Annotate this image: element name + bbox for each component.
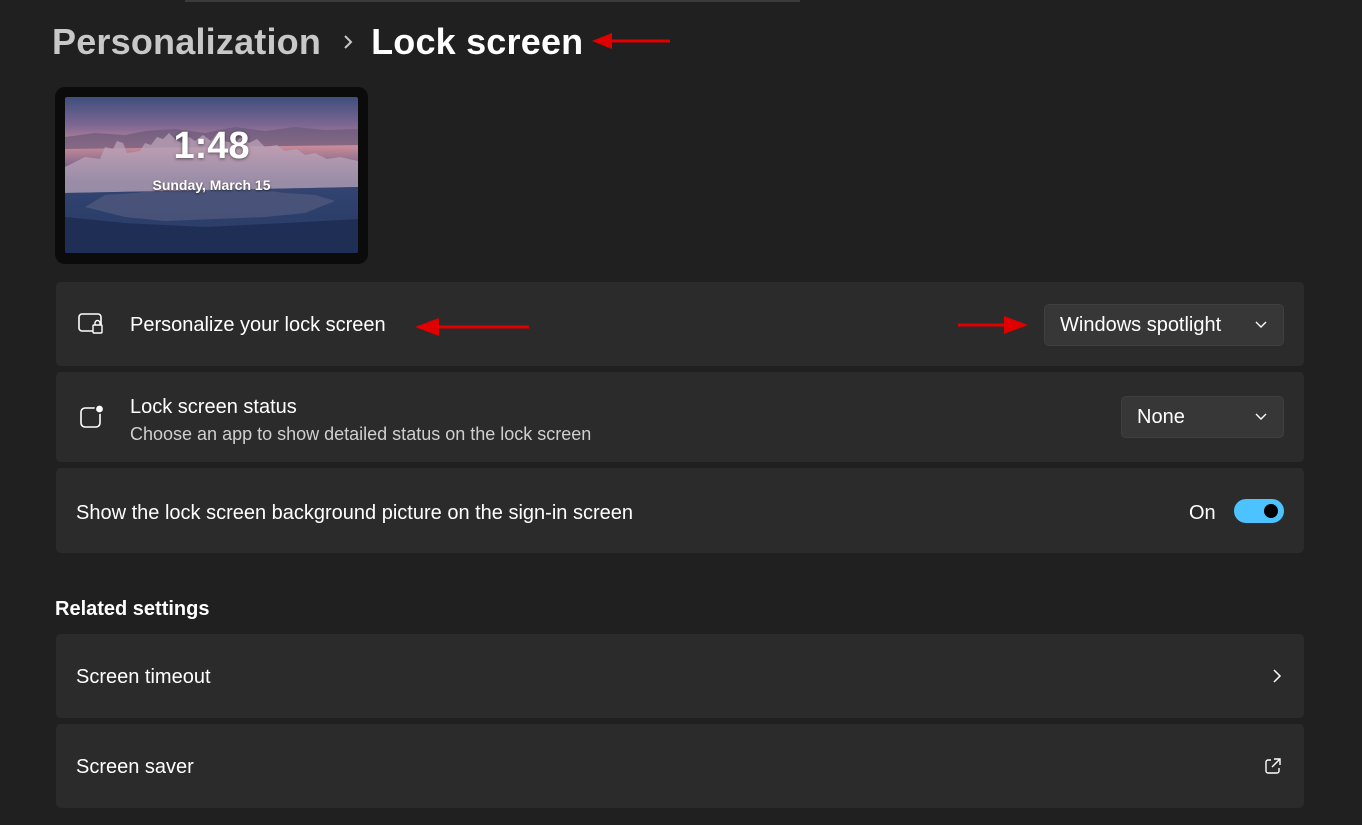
preview-wallpaper: 1:48 Sunday, March 15 bbox=[65, 97, 358, 253]
toggle-state-label: On bbox=[1189, 502, 1216, 524]
screen-timeout-row[interactable]: Screen timeout bbox=[56, 634, 1304, 718]
annotation-arrow-personalize-label bbox=[415, 318, 529, 336]
breadcrumb-personalization[interactable]: Personalization bbox=[52, 21, 321, 63]
personalize-dropdown-value: Windows spotlight bbox=[1060, 313, 1222, 336]
preview-date: Sunday, March 15 bbox=[152, 177, 271, 193]
breadcrumb: Personalization Lock screen bbox=[52, 18, 583, 66]
screen-timeout-label: Screen timeout bbox=[76, 666, 211, 688]
app-status-icon bbox=[78, 403, 106, 431]
city-skyline-image bbox=[65, 127, 358, 253]
lock-screen-status-description: Choose an app to show detailed status on… bbox=[130, 424, 592, 444]
personalize-lock-screen-label: Personalize your lock screen bbox=[130, 314, 386, 336]
toggle-knob bbox=[1264, 504, 1278, 518]
external-link-icon bbox=[1264, 757, 1282, 775]
annotation-arrow-title bbox=[592, 33, 670, 49]
signin-background-row: Show the lock screen background picture … bbox=[56, 468, 1304, 553]
screen-saver-label: Screen saver bbox=[76, 756, 194, 778]
lock-screen-preview: 1:48 Sunday, March 15 bbox=[55, 87, 368, 264]
related-settings-heading: Related settings bbox=[55, 598, 210, 620]
page-title: Lock screen bbox=[371, 21, 584, 62]
lock-screen-status-dropdown[interactable]: None bbox=[1121, 396, 1284, 438]
personalize-lock-screen-dropdown[interactable]: Windows spotlight bbox=[1044, 304, 1284, 346]
lock-screen-status-row: Lock screen status Choose an app to show… bbox=[56, 372, 1304, 462]
status-dropdown-value: None bbox=[1137, 405, 1185, 428]
personalize-lock-screen-row: Personalize your lock screen Windows spo… bbox=[56, 282, 1304, 366]
screen-saver-row[interactable]: Screen saver bbox=[56, 724, 1304, 808]
window-top-edge bbox=[185, 0, 800, 2]
chevron-down-icon bbox=[1255, 413, 1267, 421]
breadcrumb-separator-icon bbox=[343, 34, 353, 50]
signin-background-label: Show the lock screen background picture … bbox=[76, 502, 633, 524]
chevron-right-icon bbox=[1272, 668, 1282, 684]
lock-screen-status-label: Lock screen status bbox=[130, 396, 297, 418]
annotation-arrow-personalize-dropdown bbox=[958, 316, 1028, 334]
signin-background-toggle[interactable] bbox=[1234, 499, 1284, 523]
chevron-down-icon bbox=[1255, 321, 1267, 329]
lock-screen-icon bbox=[78, 310, 106, 338]
preview-time: 1:48 bbox=[173, 125, 250, 167]
